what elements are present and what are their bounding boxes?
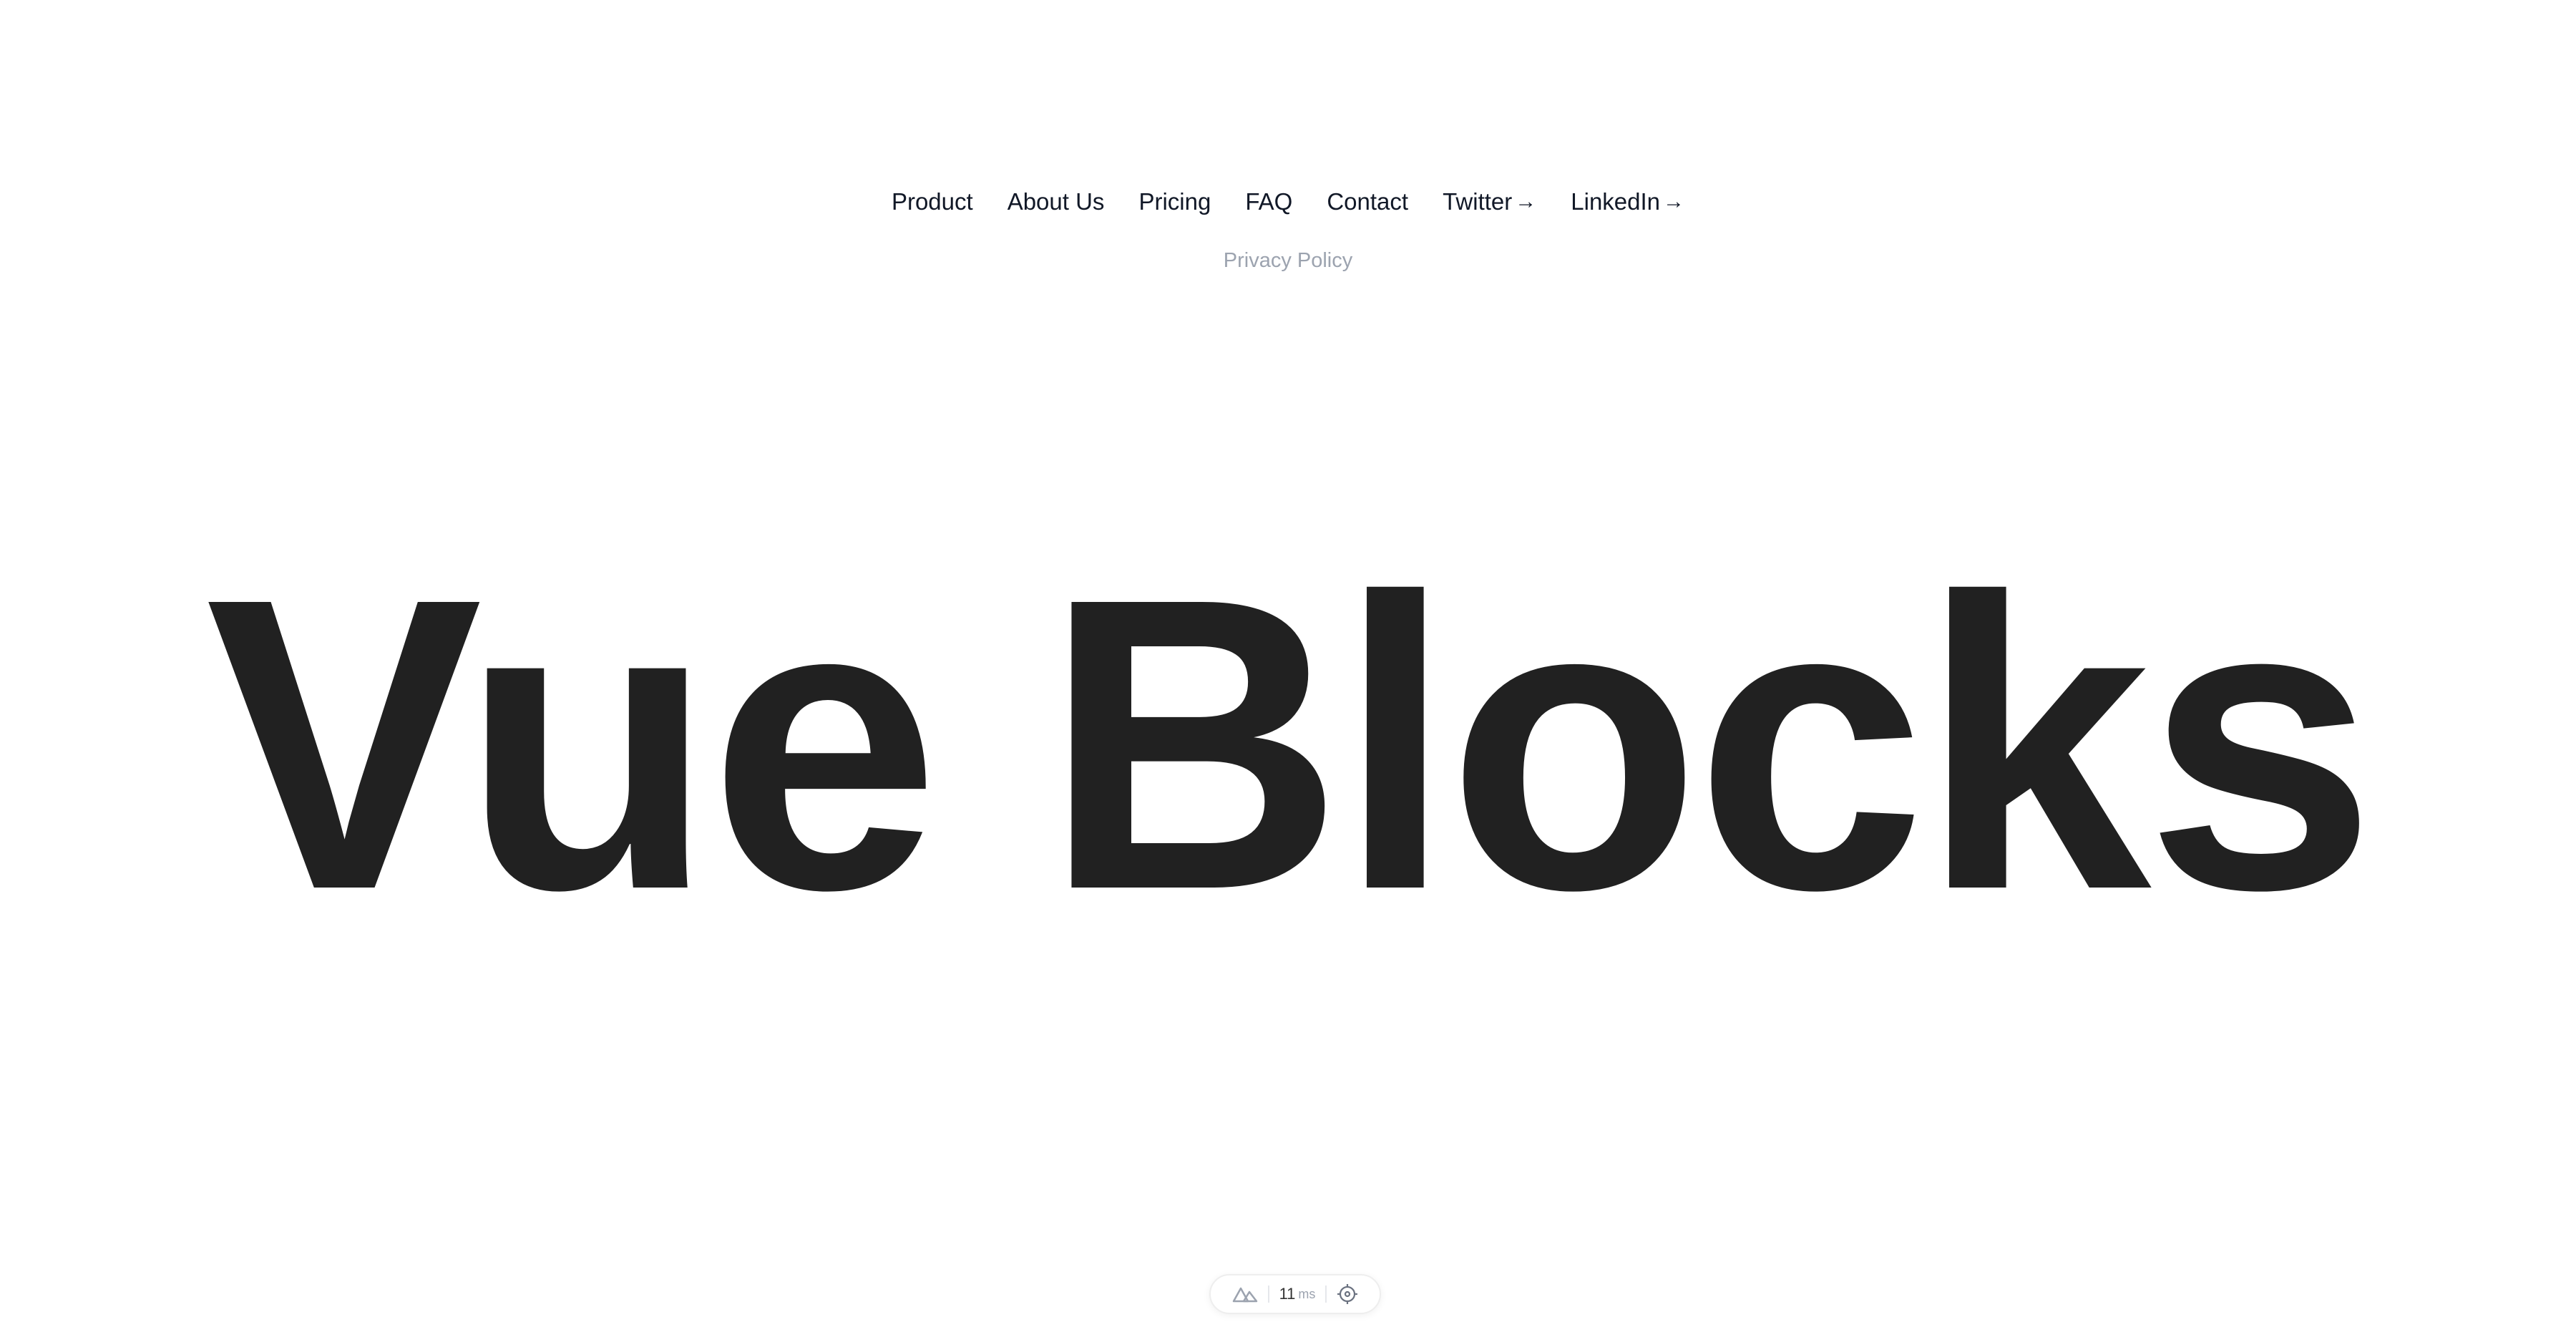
- hero-title: Vue Blocks: [205, 512, 2370, 945]
- nav-link-label: FAQ: [1245, 188, 1293, 215]
- arrow-right-icon: →: [1515, 190, 1537, 213]
- render-time-unit: ms: [1298, 1286, 1316, 1301]
- nav-link-faq[interactable]: FAQ: [1245, 185, 1292, 219]
- inspect-button[interactable]: [1327, 1283, 1368, 1306]
- render-time: 11 ms: [1269, 1283, 1326, 1306]
- nav-link-label: Contact: [1327, 188, 1409, 215]
- privacy-policy-link[interactable]: Privacy Policy: [0, 246, 2576, 275]
- nav-link-twitter[interactable]: Twitter →: [1443, 185, 1536, 219]
- nav-link-pricing[interactable]: Pricing: [1138, 185, 1211, 219]
- nav-link-label: LinkedIn: [1571, 188, 1661, 215]
- nuxt-logo-button[interactable]: [1222, 1283, 1268, 1306]
- nav-link-label: Product: [891, 188, 973, 215]
- nav-link-linkedin[interactable]: LinkedIn →: [1571, 185, 1684, 219]
- nav-link-contact[interactable]: Contact: [1327, 185, 1408, 219]
- nav-link-label: Twitter: [1443, 188, 1513, 215]
- nav-link-about-us[interactable]: About Us: [1008, 185, 1105, 219]
- hero-wordmark-svg: Vue Blocks: [205, 512, 2376, 976]
- nav-link-product[interactable]: Product: [892, 185, 973, 219]
- arrow-right-icon: →: [1663, 190, 1685, 213]
- footer-nav: Product About Us Pricing FAQ Contact Twi…: [0, 185, 2576, 219]
- nav-link-label: About Us: [1007, 188, 1105, 215]
- nav-link-label: Pricing: [1138, 188, 1211, 215]
- render-time-value: 11: [1279, 1285, 1296, 1303]
- nuxt-logo-icon: [1232, 1287, 1257, 1303]
- devtools-bar[interactable]: 11 ms: [1209, 1274, 1381, 1314]
- hero-wordmark: Vue Blocks: [0, 501, 2576, 976]
- crosshair-icon: [1337, 1284, 1358, 1304]
